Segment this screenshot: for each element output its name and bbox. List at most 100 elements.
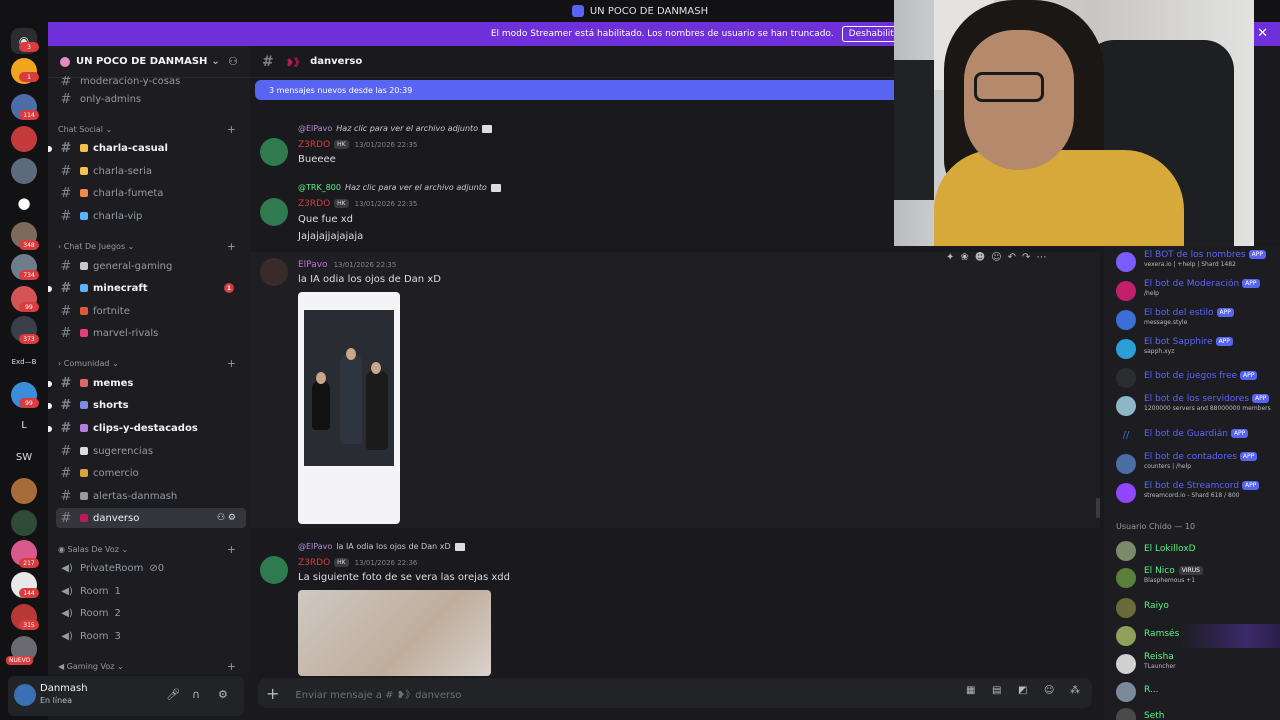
avatar[interactable] bbox=[260, 258, 288, 286]
member-app[interactable]: // El bot de Guardián APP bbox=[1114, 424, 1280, 448]
channel-only-admins[interactable]: # only-admins bbox=[56, 89, 246, 109]
channel-charla-seria[interactable]: # charla-seria bbox=[56, 161, 246, 181]
message-input[interactable]: Enviar mensaje a # ❥》danverso bbox=[295, 686, 461, 701]
emoji-icon bbox=[80, 379, 88, 387]
avatar[interactable] bbox=[260, 198, 288, 226]
channel-minecraft[interactable]: # minecraft 1 bbox=[56, 278, 246, 298]
avatar[interactable] bbox=[260, 556, 288, 584]
avatar[interactable] bbox=[14, 684, 36, 706]
add-channel-icon[interactable]: + bbox=[227, 543, 236, 556]
guild-icon[interactable] bbox=[11, 126, 37, 152]
channel-comercio[interactable]: # comercio bbox=[56, 463, 246, 483]
image-attachment[interactable] bbox=[298, 292, 400, 524]
add-channel-icon[interactable]: + bbox=[227, 660, 236, 673]
channel-marvel-rivals[interactable]: # marvel-rivals bbox=[56, 323, 246, 343]
member-name: El bot de Streamcord bbox=[1144, 481, 1240, 491]
avatar[interactable] bbox=[260, 138, 288, 166]
message-author[interactable]: Z3RDO HK 13/01/2026 22:35 bbox=[298, 140, 417, 150]
emoji-icon[interactable]: ☺ bbox=[1044, 685, 1054, 696]
channel-general-gaming[interactable]: # general-gaming bbox=[56, 256, 246, 276]
member[interactable]: R... bbox=[1114, 680, 1280, 704]
channel-charla-fumeta[interactable]: # charla-fumeta bbox=[56, 183, 246, 203]
gift-icon[interactable]: ▦ bbox=[966, 685, 975, 696]
voice-private-room[interactable]: ◀) PrivateRoom ⊘ 0 bbox=[58, 558, 248, 578]
guild-text-sw[interactable]: SW bbox=[0, 452, 48, 463]
reaction-icon[interactable]: ☻ bbox=[975, 252, 985, 268]
member-app[interactable]: El bot de contadores APP counters | /help bbox=[1114, 452, 1280, 476]
channel-charla-vip[interactable]: # charla-vip bbox=[56, 206, 246, 226]
member-app[interactable]: El bot de juegos free APP bbox=[1114, 366, 1280, 390]
new-messages-bar[interactable]: 3 mensajes nuevos desde las 20:39 bbox=[255, 80, 900, 100]
message-author[interactable]: Z3RDO HK 13/01/2026 22:35 bbox=[298, 199, 417, 209]
channel-sugerencias[interactable]: # sugerencias bbox=[56, 441, 246, 461]
voice-room-3[interactable]: ◀) Room 3 bbox=[58, 626, 248, 646]
microphone-icon[interactable]: 🎤︎ bbox=[166, 688, 180, 701]
voice-room-1[interactable]: ◀) Room 1 bbox=[58, 581, 248, 601]
channel-shorts[interactable]: # shorts bbox=[56, 395, 246, 415]
member[interactable]: Ramsés bbox=[1114, 624, 1280, 648]
invite-people-icon[interactable]: ⚇ bbox=[228, 55, 238, 68]
channel-fortnite[interactable]: # fortnite bbox=[56, 301, 246, 321]
reply-preview[interactable]: @ElPavo Haz clic para ver el archivo adju… bbox=[298, 124, 493, 133]
channel-memes[interactable]: # memes bbox=[56, 373, 246, 393]
reaction-icon[interactable]: ✦ bbox=[946, 252, 954, 268]
add-channel-icon[interactable]: + bbox=[227, 240, 236, 253]
add-channel-icon[interactable]: + bbox=[227, 123, 236, 136]
member-app[interactable]: El bot del estilo APP message.style bbox=[1114, 308, 1280, 332]
member-app[interactable]: El bot de Moderación APP/help bbox=[1114, 279, 1280, 303]
add-channel-icon[interactable]: + bbox=[227, 357, 236, 370]
member[interactable]: El Nico VIRUS Blasphemous +1 bbox=[1114, 566, 1280, 590]
add-reaction-icon[interactable]: ☺ bbox=[991, 252, 1001, 268]
guild-icon[interactable] bbox=[11, 158, 37, 184]
member[interactable]: El LokilloxD bbox=[1114, 539, 1280, 563]
window-title: UN POCO DE DANMASH bbox=[589, 5, 709, 17]
message-author[interactable]: ElPavo 13/01/2026 22:35 bbox=[298, 260, 396, 270]
guild-text-exd[interactable]: Exd—B bbox=[0, 358, 48, 366]
blurred-image-attachment[interactable] bbox=[298, 590, 491, 676]
add-attachment-icon[interactable]: + bbox=[266, 684, 279, 703]
reply-preview[interactable]: @TRK_800 Haz clic para ver el archivo adj… bbox=[298, 183, 501, 192]
member[interactable]: Seth bbox=[1114, 706, 1280, 720]
headphones-icon[interactable]: ∩ bbox=[192, 688, 200, 701]
member-app[interactable]: El bot de Streamcord APP streamcord.io - S… bbox=[1114, 481, 1280, 505]
category-gaming-voz[interactable]: ◀ Gaming Voz ⌄ + bbox=[58, 660, 248, 673]
guild-badge: 734 bbox=[19, 270, 39, 280]
guild-badge: 99 bbox=[19, 398, 39, 408]
forward-icon[interactable]: ↷ bbox=[1022, 252, 1030, 268]
message-composer[interactable]: + Enviar mensaje a # ❥》danverso ▦ ▤ ◩ ☺ … bbox=[258, 678, 1092, 708]
voice-room-2[interactable]: ◀) Room 2 bbox=[58, 603, 248, 623]
category-chat-juegos[interactable]: › Chat De Juegos ⌄ + bbox=[58, 240, 248, 253]
gif-icon[interactable]: ▤ bbox=[992, 685, 1001, 696]
member-app[interactable]: El BOT de los nombres APP vexera.io | +hel… bbox=[1114, 250, 1280, 274]
scrollbar[interactable] bbox=[1096, 498, 1100, 518]
avatar bbox=[1116, 483, 1136, 503]
category-chat-social[interactable]: Chat Social ⌄ + bbox=[58, 123, 248, 136]
member-app[interactable]: El bot de los servidores APP 1200000 serve… bbox=[1114, 394, 1280, 418]
member[interactable]: Raiyo bbox=[1114, 596, 1280, 620]
reply-icon[interactable]: ↶ bbox=[1008, 252, 1016, 268]
reaction-icon[interactable]: ❀ bbox=[960, 252, 968, 268]
channel-moderacion[interactable]: # moderacion-y-cosas bbox=[56, 76, 246, 86]
guild-icon[interactable] bbox=[11, 510, 37, 536]
channel-settings-icon[interactable]: ⚇ ⚙ bbox=[217, 513, 236, 523]
member-app[interactable]: El bot Sapphire APP sapph.xyz bbox=[1114, 337, 1280, 361]
channel-alertas[interactable]: # alertas-danmash bbox=[56, 486, 246, 506]
reply-preview[interactable]: @ElPavo la IA odia los ojos de Dan xD bbox=[298, 542, 465, 551]
guild-icon[interactable] bbox=[11, 478, 37, 504]
category-comunidad[interactable]: › Comunidad ⌄ + bbox=[58, 357, 248, 370]
apple-icon[interactable]: ● bbox=[11, 190, 37, 216]
channel-clips[interactable]: # clips-y-destacados bbox=[56, 418, 246, 438]
channel-danverso[interactable]: # danverso ⚇ ⚙ bbox=[56, 508, 246, 528]
member-status: /help bbox=[1144, 290, 1159, 297]
settings-icon[interactable]: ⚙ bbox=[218, 688, 228, 701]
category-salas-voz[interactable]: ◉ Salas De Voz ⌄ + bbox=[58, 543, 248, 556]
server-header[interactable]: UN POCO DE DANMASH ⌄ ⚇ bbox=[48, 46, 250, 78]
member[interactable]: Reisha TLauncher bbox=[1114, 652, 1280, 676]
close-icon[interactable]: ✕ bbox=[1257, 26, 1268, 41]
message-author[interactable]: Z3RDO HK 13/01/2026 22:36 bbox=[298, 558, 417, 568]
more-icon[interactable]: ⋯ bbox=[1036, 252, 1046, 268]
guild-text-l[interactable]: L bbox=[0, 420, 48, 431]
apps-icon[interactable]: ⁂ bbox=[1070, 685, 1080, 696]
sticker-icon[interactable]: ◩ bbox=[1018, 685, 1027, 696]
channel-charla-casual[interactable]: # charla-casual bbox=[56, 138, 246, 158]
